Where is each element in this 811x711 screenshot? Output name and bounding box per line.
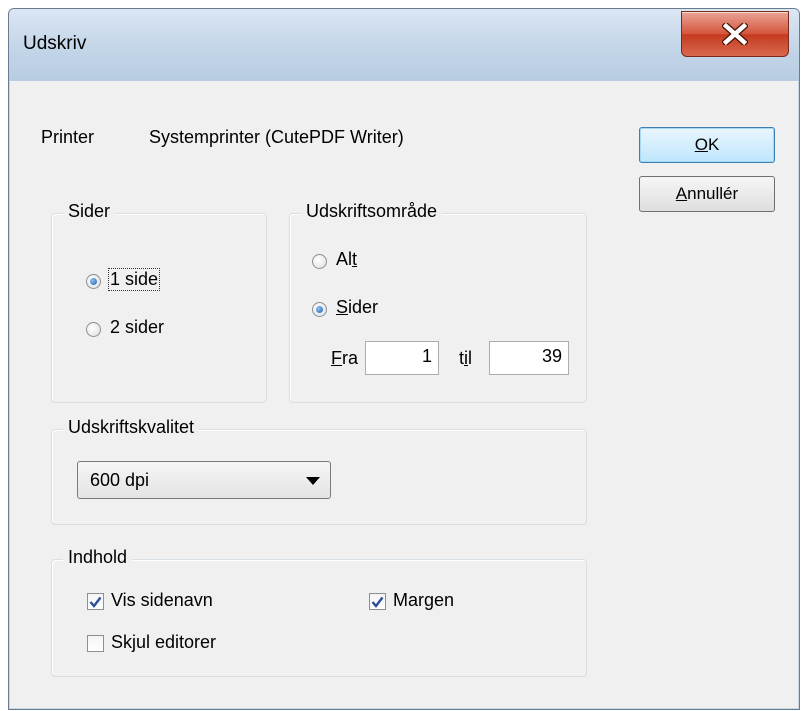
to-label: til	[459, 348, 472, 369]
from-label: Fra	[331, 348, 358, 369]
quality-group-legend: Udskriftskvalitet	[63, 417, 200, 438]
quality-select[interactable]: 600 dpi	[77, 461, 331, 499]
radio-1-side-label[interactable]: 1 side	[107, 268, 161, 291]
close-x-icon	[722, 23, 748, 45]
hide-editors-label[interactable]: Skjul editorer	[111, 632, 216, 653]
radio-1-side[interactable]	[86, 274, 101, 289]
cancel-label-rest: nnullér	[687, 184, 739, 203]
radio-2-sider-label[interactable]: 2 sider	[110, 317, 164, 338]
ok-accel: O	[694, 135, 708, 154]
from-page-input[interactable]: 1	[365, 341, 439, 375]
chevron-down-icon	[306, 477, 320, 485]
ok-button[interactable]: OK	[639, 127, 775, 163]
from-accel: F	[331, 348, 342, 368]
show-page-names-label[interactable]: Vis sidenavn	[111, 590, 213, 611]
radio-all-label[interactable]: Alt	[336, 249, 357, 270]
printer-label: Printer	[41, 127, 95, 147]
window-title: Udskriv	[23, 33, 87, 54]
radio-pages-accel: S	[336, 297, 349, 317]
margin-checkbox[interactable]	[369, 593, 386, 610]
pages-group	[51, 213, 267, 403]
from-label-rest: ra	[342, 348, 359, 368]
to-label-post: l	[468, 348, 473, 368]
ok-label-rest: K	[707, 135, 720, 154]
to-page-input[interactable]: 39	[489, 341, 569, 375]
content-group-legend: Indhold	[63, 547, 133, 568]
range-group-legend: Udskriftsområde	[301, 201, 443, 222]
margin-label[interactable]: Margen	[393, 590, 454, 611]
quality-select-value: 600 dpi	[90, 470, 150, 490]
close-button[interactable]	[681, 11, 789, 57]
hide-editors-checkbox[interactable]	[87, 635, 104, 652]
printer-name: Systemprinter (CutePDF Writer)	[149, 127, 404, 147]
radio-pages-label-post: ider	[348, 297, 379, 317]
content-group	[51, 559, 587, 677]
radio-pages[interactable]	[312, 302, 327, 317]
cancel-accel: A	[675, 184, 688, 203]
radio-all-label-pre: Al	[336, 249, 353, 269]
radio-all[interactable]	[312, 254, 327, 269]
checkmark-icon	[89, 596, 102, 608]
pages-group-legend: Sider	[63, 201, 116, 222]
title-bar: Udskriv	[9, 9, 799, 81]
cancel-button[interactable]: Annullér	[639, 176, 775, 212]
radio-pages-label[interactable]: Sider	[336, 297, 378, 318]
radio-all-accel: t	[352, 249, 358, 269]
print-dialog: Udskriv Printer Systemprinter (CutePDF W…	[8, 8, 800, 710]
dialog-body: Printer Systemprinter (CutePDF Writer) O…	[19, 91, 789, 699]
checkmark-icon	[371, 596, 384, 608]
radio-2-sider[interactable]	[86, 322, 101, 337]
show-page-names-checkbox[interactable]	[87, 593, 104, 610]
